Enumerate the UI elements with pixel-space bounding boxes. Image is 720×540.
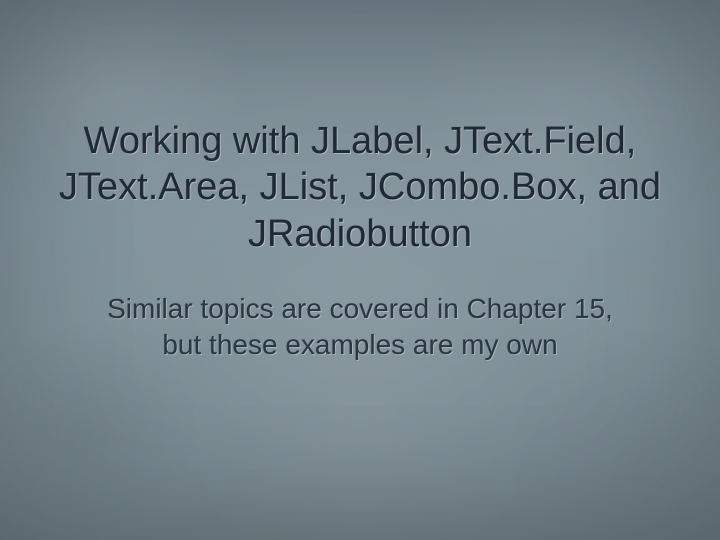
slide-subtitle: Similar topics are covered in Chapter 15… bbox=[90, 291, 630, 363]
slide-title: Working with JLabel, JText.Field, JText.… bbox=[40, 118, 680, 257]
slide: Working with JLabel, JText.Field, JText.… bbox=[0, 0, 720, 540]
